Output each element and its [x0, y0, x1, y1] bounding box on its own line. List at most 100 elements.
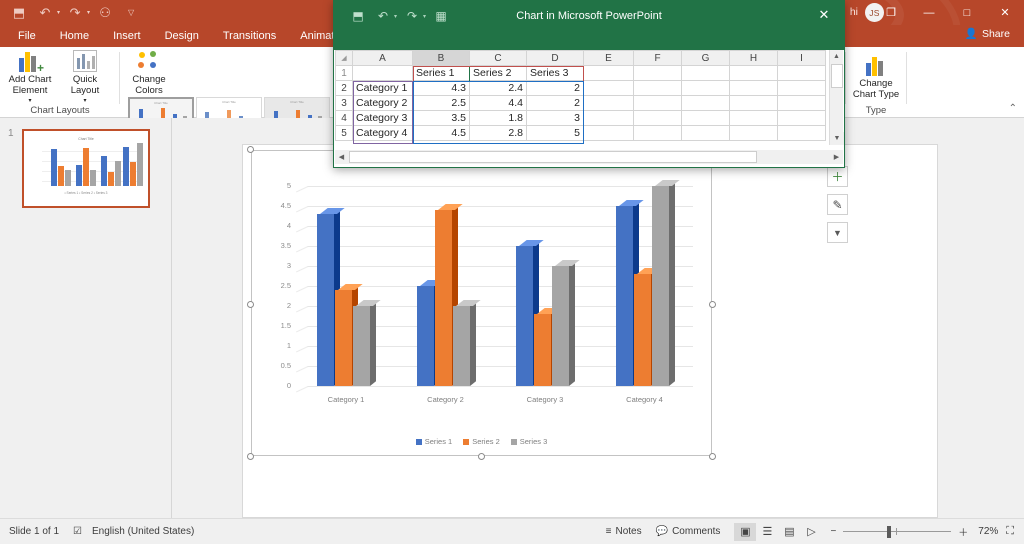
resize-handle-middle-right[interactable] — [709, 301, 716, 308]
bar-4-series-1[interactable] — [616, 206, 633, 386]
cell-D1[interactable]: Series 3 — [527, 66, 584, 81]
column-header-H[interactable]: H — [730, 51, 778, 66]
scroll-right-arrow-icon[interactable]: ▶ — [830, 150, 843, 164]
bar-3-series-3[interactable] — [552, 266, 569, 386]
close-icon[interactable]: ✕ — [812, 5, 836, 25]
cell-F5[interactable] — [634, 126, 682, 141]
column-header-I[interactable]: I — [778, 51, 826, 66]
resize-handle-middle-left[interactable] — [247, 301, 254, 308]
bar-2-series-2[interactable] — [435, 210, 452, 386]
cell-D3[interactable]: 2 — [527, 96, 584, 111]
legend-item-2[interactable]: Series 2 — [463, 437, 500, 446]
cell-I4[interactable] — [778, 111, 826, 126]
column-header-E[interactable]: E — [584, 51, 634, 66]
spellcheck-icon[interactable]: ☑ — [73, 526, 82, 537]
cell-E4[interactable] — [584, 111, 634, 126]
cell-D4[interactable]: 3 — [527, 111, 584, 126]
scroll-up-arrow-icon[interactable]: ▲ — [830, 50, 843, 63]
cell-H3[interactable] — [730, 96, 778, 111]
cell-F1[interactable] — [634, 66, 682, 81]
cell-G1[interactable] — [682, 66, 730, 81]
chart-legend[interactable]: Series 1 Series 2 Series 3 — [251, 437, 712, 446]
scroll-left-arrow-icon[interactable]: ◀ — [335, 150, 348, 164]
tab-transitions[interactable]: Transitions — [211, 25, 288, 47]
cell-I5[interactable] — [778, 126, 826, 141]
resize-handle-bottom-left[interactable] — [247, 453, 254, 460]
vertical-scrollbar[interactable]: ▲ ▼ — [829, 50, 843, 145]
cell-E3[interactable] — [584, 96, 634, 111]
legend-item-1[interactable]: Series 1 — [416, 437, 453, 446]
row-header-4[interactable]: 4 — [336, 111, 353, 126]
chart-object[interactable]: Chart Title 00.511.522.533.544.55Categor… — [251, 150, 712, 456]
cell-E5[interactable] — [584, 126, 634, 141]
comments-button[interactable]: 💬 Comments — [656, 526, 721, 537]
zoom-slider[interactable] — [843, 525, 951, 539]
cell-B2[interactable]: 4.3 — [413, 81, 470, 96]
cell-D2[interactable]: 2 — [527, 81, 584, 96]
cell-C4[interactable]: 1.8 — [470, 111, 527, 126]
row-header-1[interactable]: 1 — [336, 66, 353, 81]
row-header-5[interactable]: 5 — [336, 126, 353, 141]
notes-button[interactable]: ≡ Notes — [606, 526, 642, 537]
row-header-2[interactable]: 2 — [336, 81, 353, 96]
cell-C2[interactable]: 2.4 — [470, 81, 527, 96]
chart-filters-button[interactable]: ▼ — [827, 222, 848, 243]
tab-file[interactable]: File — [6, 25, 48, 47]
cell-B1[interactable]: Series 1 — [413, 66, 470, 81]
language-indicator[interactable]: English (United States) — [92, 526, 194, 537]
add-chart-element-button[interactable]: + Add Chart Element ▾ — [3, 50, 57, 104]
bar-3-series-2[interactable] — [534, 314, 551, 386]
tab-insert[interactable]: Insert — [101, 25, 153, 47]
column-header-G[interactable]: G — [682, 51, 730, 66]
zoom-in-button[interactable]: ＋ — [958, 524, 968, 539]
cell-H2[interactable] — [730, 81, 778, 96]
vertical-scroll-thumb[interactable] — [831, 64, 843, 88]
cell-E2[interactable] — [584, 81, 634, 96]
zoom-level[interactable]: 72% — [978, 526, 998, 537]
cell-A1[interactable] — [353, 66, 413, 81]
bar-1-series-2[interactable] — [335, 290, 352, 386]
cell-G4[interactable] — [682, 111, 730, 126]
slide-sorter-button[interactable]: ☰ — [756, 523, 778, 541]
cell-B5[interactable]: 4.5 — [413, 126, 470, 141]
cell-B4[interactable]: 3.5 — [413, 111, 470, 126]
cell-I2[interactable] — [778, 81, 826, 96]
cell-I1[interactable] — [778, 66, 826, 81]
maximize-icon[interactable]: □ — [948, 0, 986, 25]
cell-E1[interactable] — [584, 66, 634, 81]
spreadsheet-grid[interactable]: ◢ABCDEFGHI 1Series 1Series 2Series 32Cat… — [335, 50, 829, 145]
column-header-A[interactable]: A — [353, 51, 413, 66]
slide-thumbnail[interactable]: Chart Title ▪ Series 1 ▪ Series 2 ▪ Seri… — [22, 129, 150, 208]
column-header-D[interactable]: D — [527, 51, 584, 66]
bar-3-series-1[interactable] — [516, 246, 533, 386]
cell-F3[interactable] — [634, 96, 682, 111]
chart-styles-button[interactable]: ✎ — [827, 194, 848, 215]
bar-2-series-1[interactable] — [417, 286, 434, 386]
resize-handle-bottom-center[interactable] — [478, 453, 485, 460]
share-button[interactable]: 👤 Share — [965, 27, 1010, 40]
scroll-down-arrow-icon[interactable]: ▼ — [830, 132, 844, 145]
normal-view-button[interactable]: ▣ — [734, 523, 756, 541]
minimize-icon[interactable]: — — [910, 0, 948, 25]
column-header-B[interactable]: B — [413, 51, 470, 66]
legend-item-3[interactable]: Series 3 — [511, 437, 548, 446]
slide-indicator[interactable]: Slide 1 of 1 — [9, 526, 59, 537]
slide-thumbnail-item[interactable]: Chart Title ▪ Series 1 ▪ Series 2 ▪ Seri… — [22, 129, 150, 208]
cell-G5[interactable] — [682, 126, 730, 141]
cell-H5[interactable] — [730, 126, 778, 141]
select-all-corner[interactable]: ◢ — [336, 51, 353, 66]
cell-C5[interactable]: 2.8 — [470, 126, 527, 141]
cell-D5[interactable]: 5 — [527, 126, 584, 141]
bar-2-series-3[interactable] — [453, 306, 470, 386]
cell-A4[interactable]: Category 3 — [353, 111, 413, 126]
bar-1-series-1[interactable] — [317, 214, 334, 386]
change-chart-type-button[interactable]: Change Chart Type — [849, 50, 903, 104]
tab-home[interactable]: Home — [48, 25, 101, 47]
chart-elements-button[interactable]: ＋ — [827, 166, 848, 187]
horizontal-scrollbar[interactable]: ◀ ▶ — [335, 150, 843, 164]
cell-H1[interactable] — [730, 66, 778, 81]
bar-1-series-3[interactable] — [353, 306, 370, 386]
cell-A3[interactable]: Category 2 — [353, 96, 413, 111]
cell-G2[interactable] — [682, 81, 730, 96]
quick-layout-button[interactable]: Quick Layout ▾ — [58, 50, 112, 104]
